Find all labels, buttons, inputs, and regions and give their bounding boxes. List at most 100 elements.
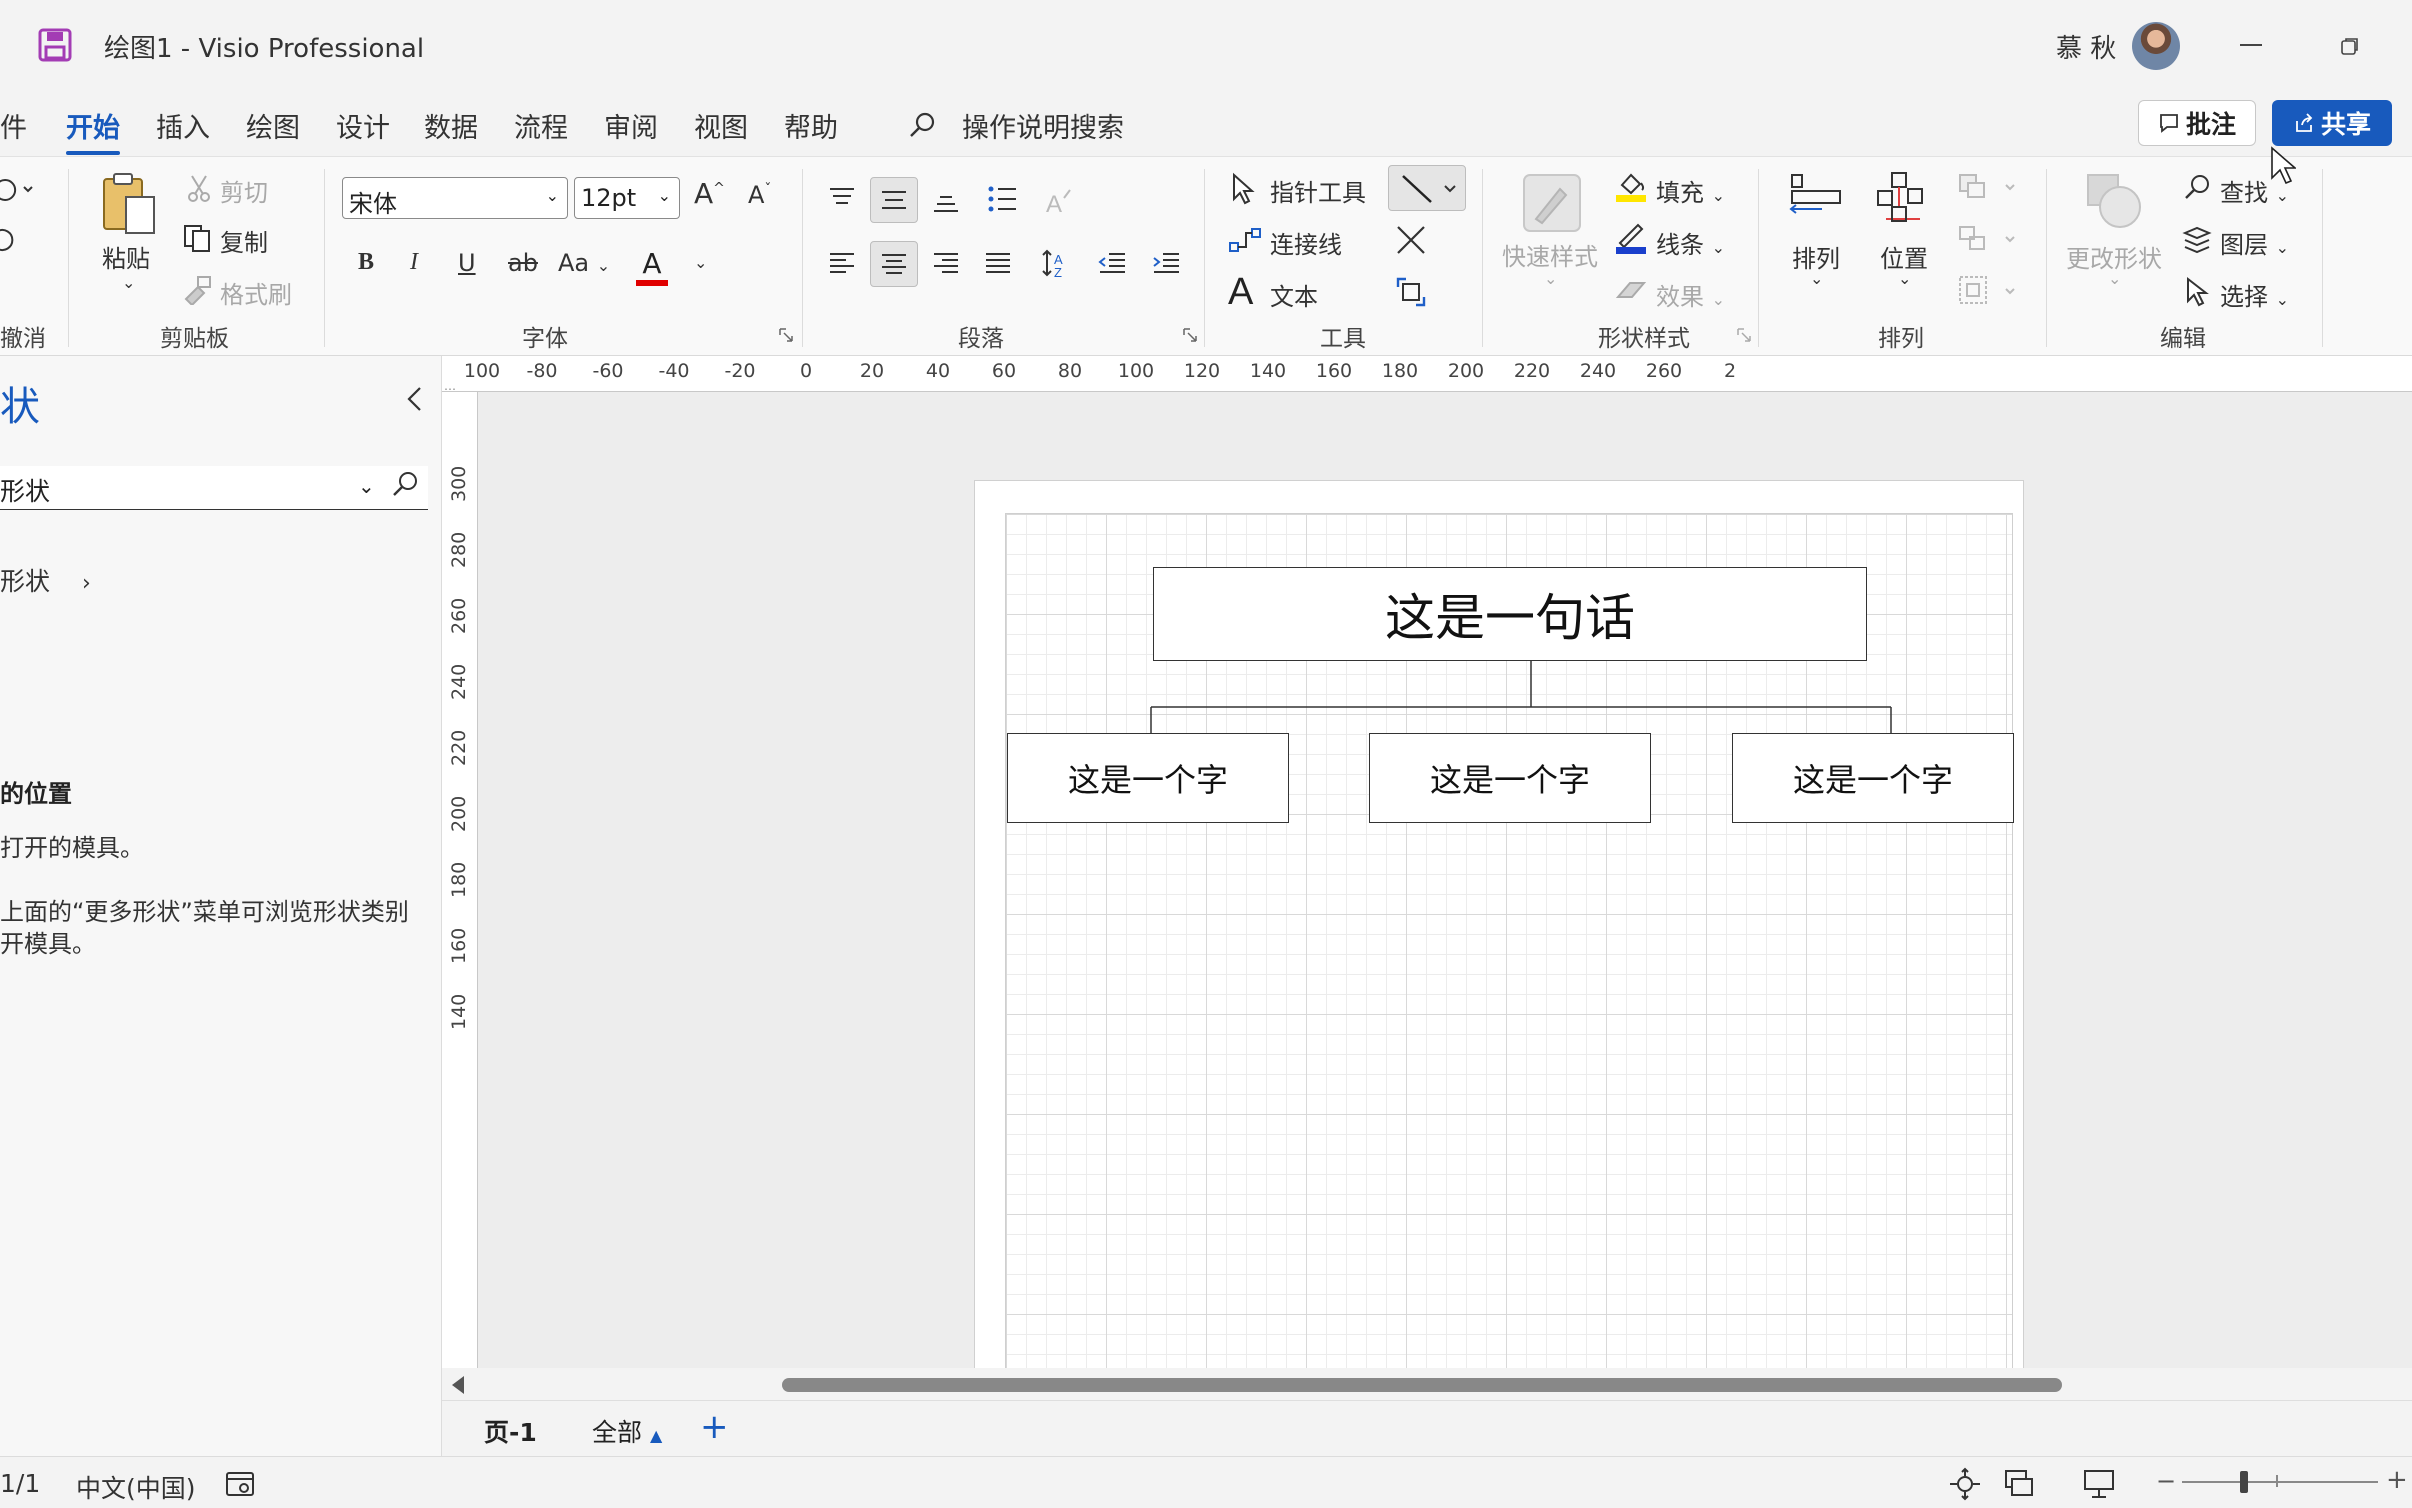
effects-icon[interactable] — [1614, 275, 1648, 305]
zoom-out-icon[interactable]: − — [2156, 1467, 2176, 1495]
italic-button[interactable]: I — [410, 249, 418, 276]
arrange-dropdown-icon[interactable]: ⌄ — [1810, 269, 1823, 288]
change-shape-dropdown-icon[interactable]: ⌄ — [2108, 269, 2121, 288]
connector-icon[interactable] — [1228, 225, 1262, 255]
change-shape-icon[interactable] — [2084, 171, 2146, 231]
more-shapes-item[interactable]: 形状 › — [0, 562, 91, 598]
crop-tool-icon[interactable] — [1394, 275, 1428, 309]
effects-button[interactable]: 效果 ⌄ — [1656, 277, 1725, 312]
minimize-icon[interactable] — [2240, 44, 2262, 46]
tab-home[interactable]: 开始 — [66, 106, 120, 155]
font-color-dropdown-icon[interactable]: ⌄ — [694, 253, 707, 272]
undo-icon[interactable] — [0, 177, 38, 207]
child-box-2[interactable]: 这是一个字 — [1369, 733, 1651, 823]
redo-icon[interactable] — [0, 225, 14, 255]
tab-insert[interactable]: 插入 — [156, 106, 210, 145]
avatar[interactable] — [2132, 22, 2180, 70]
cut-icon[interactable] — [186, 173, 212, 203]
format-painter-icon[interactable] — [182, 275, 214, 305]
align-right-icon[interactable] — [926, 243, 966, 283]
restore-icon[interactable] — [2340, 36, 2360, 56]
pointer-tool-icon[interactable] — [1230, 171, 1256, 207]
text-direction-icon[interactable]: A — [1040, 181, 1080, 221]
fill-button[interactable]: 填充 ⌄ — [1656, 173, 1725, 208]
drawing-page[interactable]: 这是一句话 这是一个字 这是一个字 这是一个字 — [974, 480, 2024, 1392]
select-icon[interactable] — [2184, 275, 2210, 309]
text-tool-icon[interactable]: A — [1228, 271, 1253, 314]
align-bottom-icon[interactable] — [926, 181, 966, 221]
horizontal-scrollbar[interactable] — [442, 1368, 2412, 1400]
search-icon[interactable] — [390, 470, 420, 500]
tab-view[interactable]: 视图 — [694, 106, 748, 145]
zoom-slider-thumb[interactable] — [2240, 1471, 2248, 1493]
macro-recorder-icon[interactable] — [224, 1469, 258, 1499]
increase-indent-icon[interactable] — [1146, 243, 1186, 283]
shape-styles-dialog-launcher-icon[interactable] — [1736, 327, 1752, 343]
align-left-icon[interactable] — [822, 243, 862, 283]
language-status[interactable]: 中文(中国) — [76, 1469, 196, 1505]
layers-icon[interactable] — [2182, 225, 2212, 255]
copy-button[interactable]: 复制 — [220, 223, 268, 258]
chevron-down-icon[interactable]: ⌄ — [358, 474, 375, 498]
comment-button[interactable]: 批注 — [2138, 100, 2256, 146]
tell-me-search[interactable]: 操作说明搜索 — [962, 106, 1124, 145]
grow-font-button[interactable]: A^ — [694, 177, 725, 210]
layers-button[interactable]: 图层 ⌄ — [2220, 225, 2289, 260]
strikethrough-button[interactable]: ab — [508, 249, 538, 277]
quick-styles-button[interactable]: 快速样式 — [1502, 237, 1598, 272]
fill-icon[interactable] — [1614, 169, 1648, 203]
bring-forward-icon[interactable] — [1956, 171, 2020, 201]
decrease-indent-icon[interactable] — [1092, 243, 1132, 283]
presentation-mode-icon[interactable] — [2082, 1467, 2116, 1501]
font-dialog-launcher-icon[interactable] — [778, 327, 794, 343]
vertical-ruler[interactable]: 300 280 260 240 220 200 180 160 140 — [442, 392, 478, 1392]
quick-styles-dropdown-icon[interactable]: ⌄ — [1544, 269, 1557, 288]
page-tab-1[interactable]: 页-1 — [472, 1413, 549, 1461]
align-middle-icon[interactable] — [870, 177, 918, 223]
line-color-icon[interactable] — [1614, 221, 1648, 255]
tab-file[interactable]: 件 — [0, 106, 27, 145]
tab-design[interactable]: 设计 — [336, 106, 390, 145]
group-icon[interactable] — [1956, 223, 2020, 253]
tab-draw[interactable]: 绘图 — [246, 106, 300, 145]
line-tool-button[interactable] — [1388, 165, 1466, 211]
align-center-icon[interactable] — [870, 241, 918, 287]
quick-styles-icon[interactable] — [1522, 171, 1582, 235]
top-box[interactable]: 这是一句话 — [1153, 567, 1867, 661]
child-box-3[interactable]: 这是一个字 — [1732, 733, 2014, 823]
share-button[interactable]: 共享 — [2272, 100, 2392, 146]
underline-button[interactable]: U — [458, 249, 476, 277]
paste-dropdown-icon[interactable]: ⌄ — [122, 273, 135, 292]
font-name-combobox[interactable]: 宋体 ⌄ — [342, 177, 568, 219]
zoom-in-icon[interactable]: + — [2386, 1465, 2408, 1495]
line-spacing-icon[interactable]: AZ — [1036, 243, 1076, 283]
paste-button[interactable]: 粘贴 — [102, 239, 150, 274]
scroll-left-icon[interactable] — [452, 1376, 464, 1394]
save-icon[interactable] — [38, 28, 72, 62]
font-size-combobox[interactable]: 12pt ⌄ — [574, 177, 680, 219]
search-icon[interactable] — [908, 110, 938, 140]
paragraph-dialog-launcher-icon[interactable] — [1182, 327, 1198, 343]
bold-button[interactable]: B — [358, 249, 374, 276]
add-page-icon[interactable]: + — [700, 1407, 729, 1447]
align-shapes-icon[interactable] — [1956, 273, 2020, 307]
all-pages-button[interactable]: 全部 ▲ — [592, 1413, 662, 1449]
switch-windows-icon[interactable] — [2002, 1467, 2036, 1501]
bullets-icon[interactable] — [982, 179, 1022, 219]
collapse-pane-icon[interactable] — [404, 384, 426, 414]
tab-help[interactable]: 帮助 — [784, 106, 838, 145]
fit-to-window-icon[interactable] — [1948, 1467, 1982, 1501]
cut-button[interactable]: 剪切 — [220, 173, 268, 208]
arrange-icon[interactable] — [1786, 171, 1846, 231]
paste-icon[interactable] — [100, 171, 160, 237]
position-dropdown-icon[interactable]: ⌄ — [1898, 269, 1911, 288]
line-button[interactable]: 线条 ⌄ — [1656, 225, 1725, 260]
copy-icon[interactable] — [182, 223, 214, 253]
pointer-tool-button[interactable]: 指针工具 — [1270, 173, 1366, 208]
shrink-font-button[interactable]: Aˇ — [748, 181, 771, 209]
drawing-canvas[interactable]: 这是一句话 这是一个字 这是一个字 这是一个字 — [478, 392, 2412, 1392]
horizontal-ruler[interactable]: ⋯ 100 -80 -60 -40 -20 0 20 40 60 80 100 120 140 160 18… — [442, 356, 2412, 396]
select-button[interactable]: 选择 ⌄ — [2220, 277, 2289, 312]
align-top-icon[interactable] — [822, 179, 862, 219]
connector-button[interactable]: 连接线 — [1270, 225, 1342, 260]
